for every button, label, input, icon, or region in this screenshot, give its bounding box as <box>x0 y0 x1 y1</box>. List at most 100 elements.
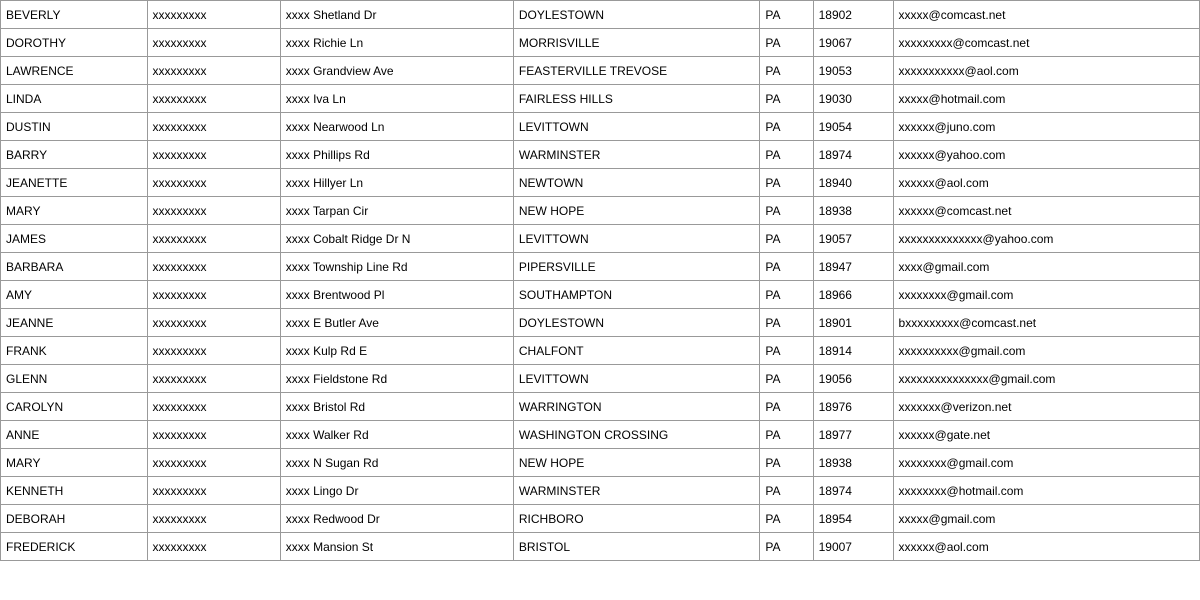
table-cell-first: BEVERLY <box>1 1 148 29</box>
table-cell-sixth: 19057 <box>813 225 893 253</box>
table-cell-third: xxxx Bristol Rd <box>280 393 513 421</box>
table-cell-second: xxxxxxxxx <box>147 533 280 561</box>
table-row: BEVERLYxxxxxxxxxxxxx Shetland DrDOYLESTO… <box>1 1 1200 29</box>
main-container: BEVERLYxxxxxxxxxxxxx Shetland DrDOYLESTO… <box>0 0 1200 600</box>
table-cell-fifth: PA <box>760 85 813 113</box>
table-cell-second: xxxxxxxxx <box>147 421 280 449</box>
table-cell-fifth: PA <box>760 141 813 169</box>
table-cell-seventh: xxxxxxx@verizon.net <box>893 393 1199 421</box>
table-cell-fifth: PA <box>760 309 813 337</box>
table-row: MARYxxxxxxxxxxxxx Tarpan CirNEW HOPEPA18… <box>1 197 1200 225</box>
table-cell-second: xxxxxxxxx <box>147 225 280 253</box>
table-cell-fourth: CHALFONT <box>513 337 759 365</box>
table-cell-fourth: WARMINSTER <box>513 477 759 505</box>
table-cell-first: JEANETTE <box>1 169 148 197</box>
table-row: MARYxxxxxxxxxxxxx N Sugan RdNEW HOPEPA18… <box>1 449 1200 477</box>
table-cell-first: AMY <box>1 281 148 309</box>
table-cell-fourth: FEASTERVILLE TREVOSE <box>513 57 759 85</box>
table-cell-second: xxxxxxxxx <box>147 449 280 477</box>
table-cell-second: xxxxxxxxx <box>147 1 280 29</box>
table-cell-seventh: xxxxx@hotmail.com <box>893 85 1199 113</box>
table-row: FREDERICKxxxxxxxxxxxxx Mansion StBRISTOL… <box>1 533 1200 561</box>
table-cell-fifth: PA <box>760 421 813 449</box>
table-cell-sixth: 18914 <box>813 337 893 365</box>
table-cell-seventh: xxxxxxxxx@comcast.net <box>893 29 1199 57</box>
table-cell-fifth: PA <box>760 197 813 225</box>
table-cell-first: LINDA <box>1 85 148 113</box>
table-cell-second: xxxxxxxxx <box>147 169 280 197</box>
table-cell-fifth: PA <box>760 57 813 85</box>
table-cell-fourth: BRISTOL <box>513 533 759 561</box>
table-cell-seventh: xxxxxxxxxx@gmail.com <box>893 337 1199 365</box>
table-cell-fourth: MORRISVILLE <box>513 29 759 57</box>
table-cell-fifth: PA <box>760 393 813 421</box>
table-cell-first: ANNE <box>1 421 148 449</box>
table-cell-seventh: xxxxxxxx@hotmail.com <box>893 477 1199 505</box>
table-cell-fifth: PA <box>760 113 813 141</box>
data-table: BEVERLYxxxxxxxxxxxxx Shetland DrDOYLESTO… <box>0 0 1200 561</box>
table-row: DOROTHYxxxxxxxxxxxxx Richie LnMORRISVILL… <box>1 29 1200 57</box>
table-cell-sixth: 18902 <box>813 1 893 29</box>
table-cell-fifth: PA <box>760 533 813 561</box>
table-cell-sixth: 19067 <box>813 29 893 57</box>
table-cell-fifth: PA <box>760 477 813 505</box>
table-cell-fourth: NEW HOPE <box>513 449 759 477</box>
table-cell-third: xxxx Cobalt Ridge Dr N <box>280 225 513 253</box>
table-row: AMYxxxxxxxxxxxxx Brentwood PlSOUTHAMPTON… <box>1 281 1200 309</box>
table-cell-seventh: bxxxxxxxxx@comcast.net <box>893 309 1199 337</box>
table-cell-sixth: 19007 <box>813 533 893 561</box>
table-cell-second: xxxxxxxxx <box>147 253 280 281</box>
table-cell-fourth: WARRINGTON <box>513 393 759 421</box>
table-cell-fourth: WASHINGTON CROSSING <box>513 421 759 449</box>
table-cell-first: CAROLYN <box>1 393 148 421</box>
table-cell-fifth: PA <box>760 29 813 57</box>
table-cell-first: KENNETH <box>1 477 148 505</box>
table-cell-second: xxxxxxxxx <box>147 85 280 113</box>
table-cell-fifth: PA <box>760 449 813 477</box>
table-cell-first: DOROTHY <box>1 29 148 57</box>
table-row: KENNETHxxxxxxxxxxxxx Lingo DrWARMINSTERP… <box>1 477 1200 505</box>
table-cell-fourth: DOYLESTOWN <box>513 1 759 29</box>
table-cell-sixth: 18954 <box>813 505 893 533</box>
table-row: DUSTINxxxxxxxxxxxxx Nearwood LnLEVITTOWN… <box>1 113 1200 141</box>
table-cell-second: xxxxxxxxx <box>147 281 280 309</box>
table-cell-seventh: xxxxxx@aol.com <box>893 169 1199 197</box>
table-cell-sixth: 18977 <box>813 421 893 449</box>
table-cell-fourth: LEVITTOWN <box>513 365 759 393</box>
table-cell-first: JAMES <box>1 225 148 253</box>
table-cell-third: xxxx Nearwood Ln <box>280 113 513 141</box>
table-cell-third: xxxx Brentwood Pl <box>280 281 513 309</box>
table-cell-fourth: WARMINSTER <box>513 141 759 169</box>
table-cell-sixth: 19054 <box>813 113 893 141</box>
table-cell-second: xxxxxxxxx <box>147 29 280 57</box>
table-cell-second: xxxxxxxxx <box>147 337 280 365</box>
table-cell-third: xxxx Phillips Rd <box>280 141 513 169</box>
table-cell-second: xxxxxxxxx <box>147 477 280 505</box>
table-cell-first: FRANK <box>1 337 148 365</box>
table-cell-sixth: 18938 <box>813 449 893 477</box>
table-cell-second: xxxxxxxxx <box>147 113 280 141</box>
table-cell-third: xxxx Township Line Rd <box>280 253 513 281</box>
table-cell-seventh: xxxxxx@juno.com <box>893 113 1199 141</box>
table-cell-seventh: xxxx@gmail.com <box>893 253 1199 281</box>
table-cell-sixth: 18976 <box>813 393 893 421</box>
table-cell-seventh: xxxxxxxxxxx@aol.com <box>893 57 1199 85</box>
table-row: BARBARAxxxxxxxxxxxxx Township Line RdPIP… <box>1 253 1200 281</box>
table-cell-third: xxxx Grandview Ave <box>280 57 513 85</box>
table-cell-first: GLENN <box>1 365 148 393</box>
table-cell-fourth: NEWTOWN <box>513 169 759 197</box>
table-cell-third: xxxx Iva Ln <box>280 85 513 113</box>
table-cell-fifth: PA <box>760 169 813 197</box>
table-cell-third: xxxx Walker Rd <box>280 421 513 449</box>
table-cell-sixth: 18974 <box>813 477 893 505</box>
table-cell-fifth: PA <box>760 253 813 281</box>
table-cell-first: BARRY <box>1 141 148 169</box>
table-cell-fourth: SOUTHAMPTON <box>513 281 759 309</box>
table-cell-second: xxxxxxxxx <box>147 393 280 421</box>
table-cell-third: xxxx E Butler Ave <box>280 309 513 337</box>
table-cell-sixth: 19056 <box>813 365 893 393</box>
table-cell-third: xxxx Shetland Dr <box>280 1 513 29</box>
table-row: GLENNxxxxxxxxxxxxx Fieldstone RdLEVITTOW… <box>1 365 1200 393</box>
table-cell-third: xxxx Redwood Dr <box>280 505 513 533</box>
table-cell-fifth: PA <box>760 1 813 29</box>
